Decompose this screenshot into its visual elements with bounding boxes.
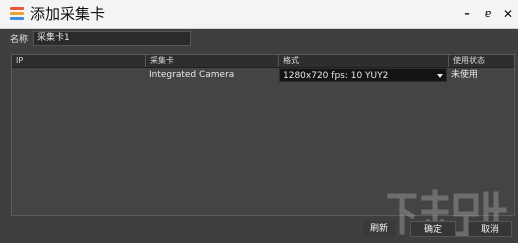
column-header-ip[interactable]: IP [12, 55, 146, 67]
refresh-button[interactable]: 刷新 [363, 221, 395, 237]
table-header: IP 采集卡 格式 使用状态 [12, 55, 514, 68]
cell-capture-card: Integrated Camera [149, 70, 235, 80]
title-bar: 添加采集卡 – ɐ ✕ [0, 0, 518, 29]
column-header-status[interactable]: 使用状态 [449, 55, 514, 67]
close-button[interactable]: ✕ [500, 6, 516, 22]
table-row[interactable]: Integrated Camera 1280x720 fps: 10 YUY2 … [12, 68, 514, 82]
chevron-down-icon[interactable] [437, 74, 443, 78]
name-input[interactable]: 采集卡1 [33, 31, 191, 46]
cell-status: 未使用 [451, 70, 479, 80]
cancel-button[interactable]: 取消 [468, 221, 512, 237]
ok-button[interactable]: 确定 [410, 221, 456, 237]
window-title: 添加采集卡 [30, 5, 106, 23]
restore-button[interactable]: ɐ [480, 6, 496, 22]
column-header-format[interactable]: 格式 [279, 55, 449, 67]
column-header-capture-card[interactable]: 采集卡 [146, 55, 279, 67]
layered-stack-icon [10, 7, 24, 20]
name-label: 名称 [10, 35, 29, 45]
add-capture-card-dialog: 添加采集卡 – ɐ ✕ 名称 采集卡1 IP 采集卡 格式 使用状态 Integ… [0, 0, 518, 243]
format-select-value: 1280x720 fps: 10 YUY2 [283, 71, 389, 81]
format-select[interactable]: 1280x720 fps: 10 YUY2 [279, 68, 447, 82]
cell-ip [12, 68, 146, 82]
minimize-button[interactable]: – [459, 6, 475, 22]
